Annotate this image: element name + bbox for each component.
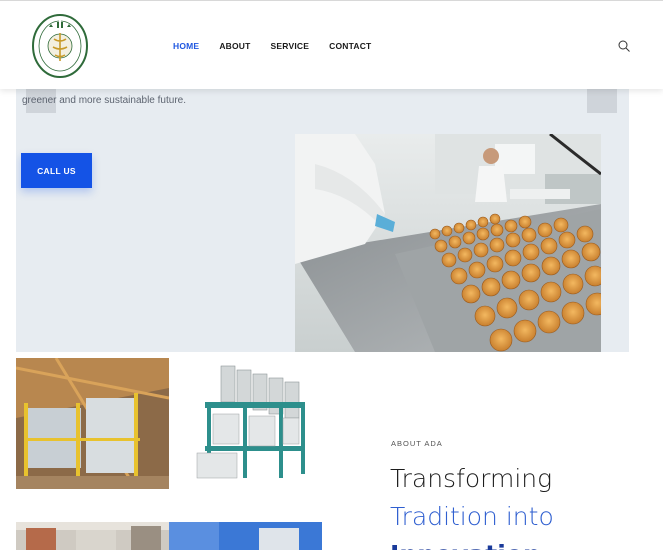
gallery-image-factory-floor	[16, 522, 169, 550]
gallery-image-mill-interior	[16, 358, 169, 489]
about-heading: Transforming Tradition into Innovation	[390, 460, 554, 550]
slider-next-button[interactable]	[587, 89, 617, 113]
about-heading-line1: Transforming	[390, 464, 553, 493]
search-icon[interactable]	[617, 39, 631, 53]
gallery-image-silos	[169, 522, 322, 550]
gallery-image-milling-machine	[169, 358, 322, 489]
about-eyebrow: ABOUT ADA	[391, 439, 443, 448]
about-heading-line2: Tradition into	[390, 502, 554, 531]
hero-text: greener and more sustainable future.	[22, 95, 186, 106]
hero-section: greener and more sustainable future. CAL…	[16, 89, 629, 352]
company-logo[interactable]	[31, 13, 89, 79]
nav-home[interactable]: HOME	[173, 41, 199, 51]
call-us-button[interactable]: CALL US	[21, 153, 92, 188]
nav-service[interactable]: SERVICE	[271, 41, 310, 51]
hero-image-biscuit-production	[295, 132, 609, 352]
nav-about[interactable]: ABOUT	[219, 41, 250, 51]
about-heading-line3: Innovation	[390, 536, 554, 550]
site-header: HOME ABOUT SERVICE CONTACT	[0, 0, 663, 89]
main-nav: HOME ABOUT SERVICE CONTACT	[173, 41, 391, 51]
nav-contact[interactable]: CONTACT	[329, 41, 371, 51]
